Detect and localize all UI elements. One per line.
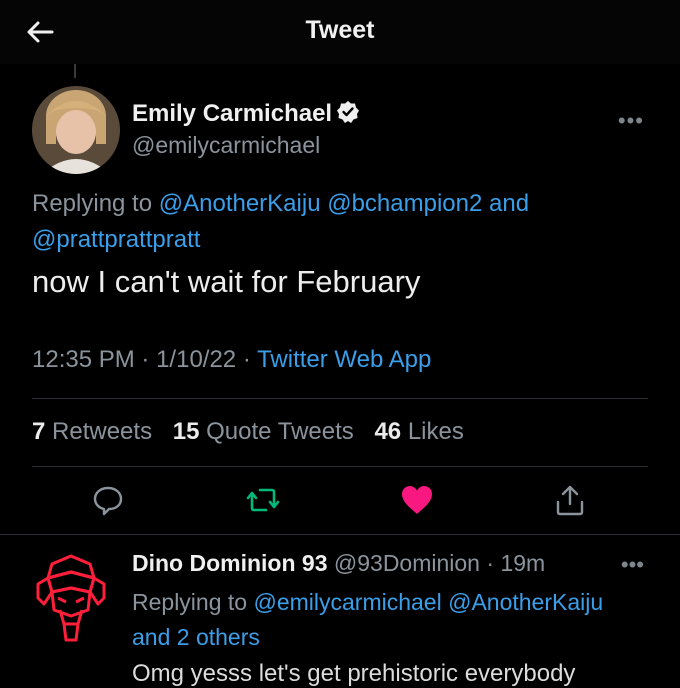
divider (32, 398, 648, 399)
tweet-time[interactable]: 12:35 PM (32, 346, 135, 373)
more-options-icon[interactable]: ••• (618, 108, 644, 134)
divider (32, 466, 648, 467)
divider (0, 534, 680, 535)
retweets-label: Retweets (52, 418, 153, 445)
reply-icon[interactable] (90, 482, 126, 518)
page-title: Tweet (305, 16, 375, 44)
others-link[interactable]: and 2 others (132, 624, 260, 650)
reply-more-options-icon[interactable]: ••• (621, 552, 644, 578)
replying-to: Replying to @AnotherKaiju @bchampion2 an… (32, 186, 652, 258)
like-heart-icon[interactable] (399, 482, 435, 518)
mention-link[interactable]: @prattprattpratt (32, 226, 200, 253)
verified-badge-icon (337, 101, 360, 123)
tweet-date[interactable]: 1/10/22 (156, 346, 236, 373)
avatar[interactable] (32, 86, 120, 174)
author-name[interactable]: Emily Carmichael (132, 100, 360, 128)
engagement-stats: 7 Retweets 15 Quote Tweets 46 Likes (32, 418, 478, 446)
mention-link[interactable]: @AnotherKaiju (448, 589, 603, 615)
replying-and: and (489, 190, 530, 217)
replying-prefix: Replying to (32, 190, 153, 217)
reply-header: Dino Dominion 93 @93Dominion · 19m (132, 550, 546, 576)
author-handle[interactable]: @emilycarmichael (132, 132, 320, 159)
retweets-count: 7 (32, 418, 46, 445)
likes-stat[interactable]: 46 Likes (374, 418, 463, 445)
author-name-text: Emily Carmichael (132, 100, 333, 127)
likes-count: 46 (374, 418, 402, 445)
reply-author-handle[interactable]: @93Dominion (334, 550, 480, 576)
reply-author-name[interactable]: Dino Dominion 93 (132, 550, 328, 576)
retweets-stat[interactable]: 7 Retweets (32, 418, 152, 445)
top-bar: Tweet (0, 0, 680, 64)
quote-tweets-label: Quote Tweets (206, 418, 354, 445)
reply-replying-prefix: Replying to (132, 589, 248, 615)
reply-avatar[interactable] (30, 548, 112, 648)
mention-link[interactable]: @AnotherKaiju (159, 190, 321, 217)
thread-connector (74, 64, 76, 78)
likes-label: Likes (407, 418, 464, 445)
reply-time[interactable]: 19m (500, 550, 545, 576)
tweet-text: now I can't wait for February (32, 264, 421, 299)
quote-tweets-count: 15 (172, 418, 200, 445)
share-icon[interactable] (552, 482, 588, 518)
retweet-icon[interactable] (245, 482, 281, 518)
reply-text: Omg yesss let's get prehistoric everybod… (132, 660, 576, 687)
mention-link[interactable]: @emilycarmichael (253, 589, 441, 615)
quote-tweets-stat[interactable]: 15 Quote Tweets (173, 418, 354, 445)
tweet-source-link[interactable]: Twitter Web App (257, 346, 431, 373)
tweet-meta: 12:35 PM · 1/10/22 · Twitter Web App (32, 346, 432, 373)
reply-replying-to: Replying to @emilycarmichael @AnotherKai… (132, 585, 662, 655)
mention-link[interactable]: @bchampion2 (327, 190, 482, 217)
